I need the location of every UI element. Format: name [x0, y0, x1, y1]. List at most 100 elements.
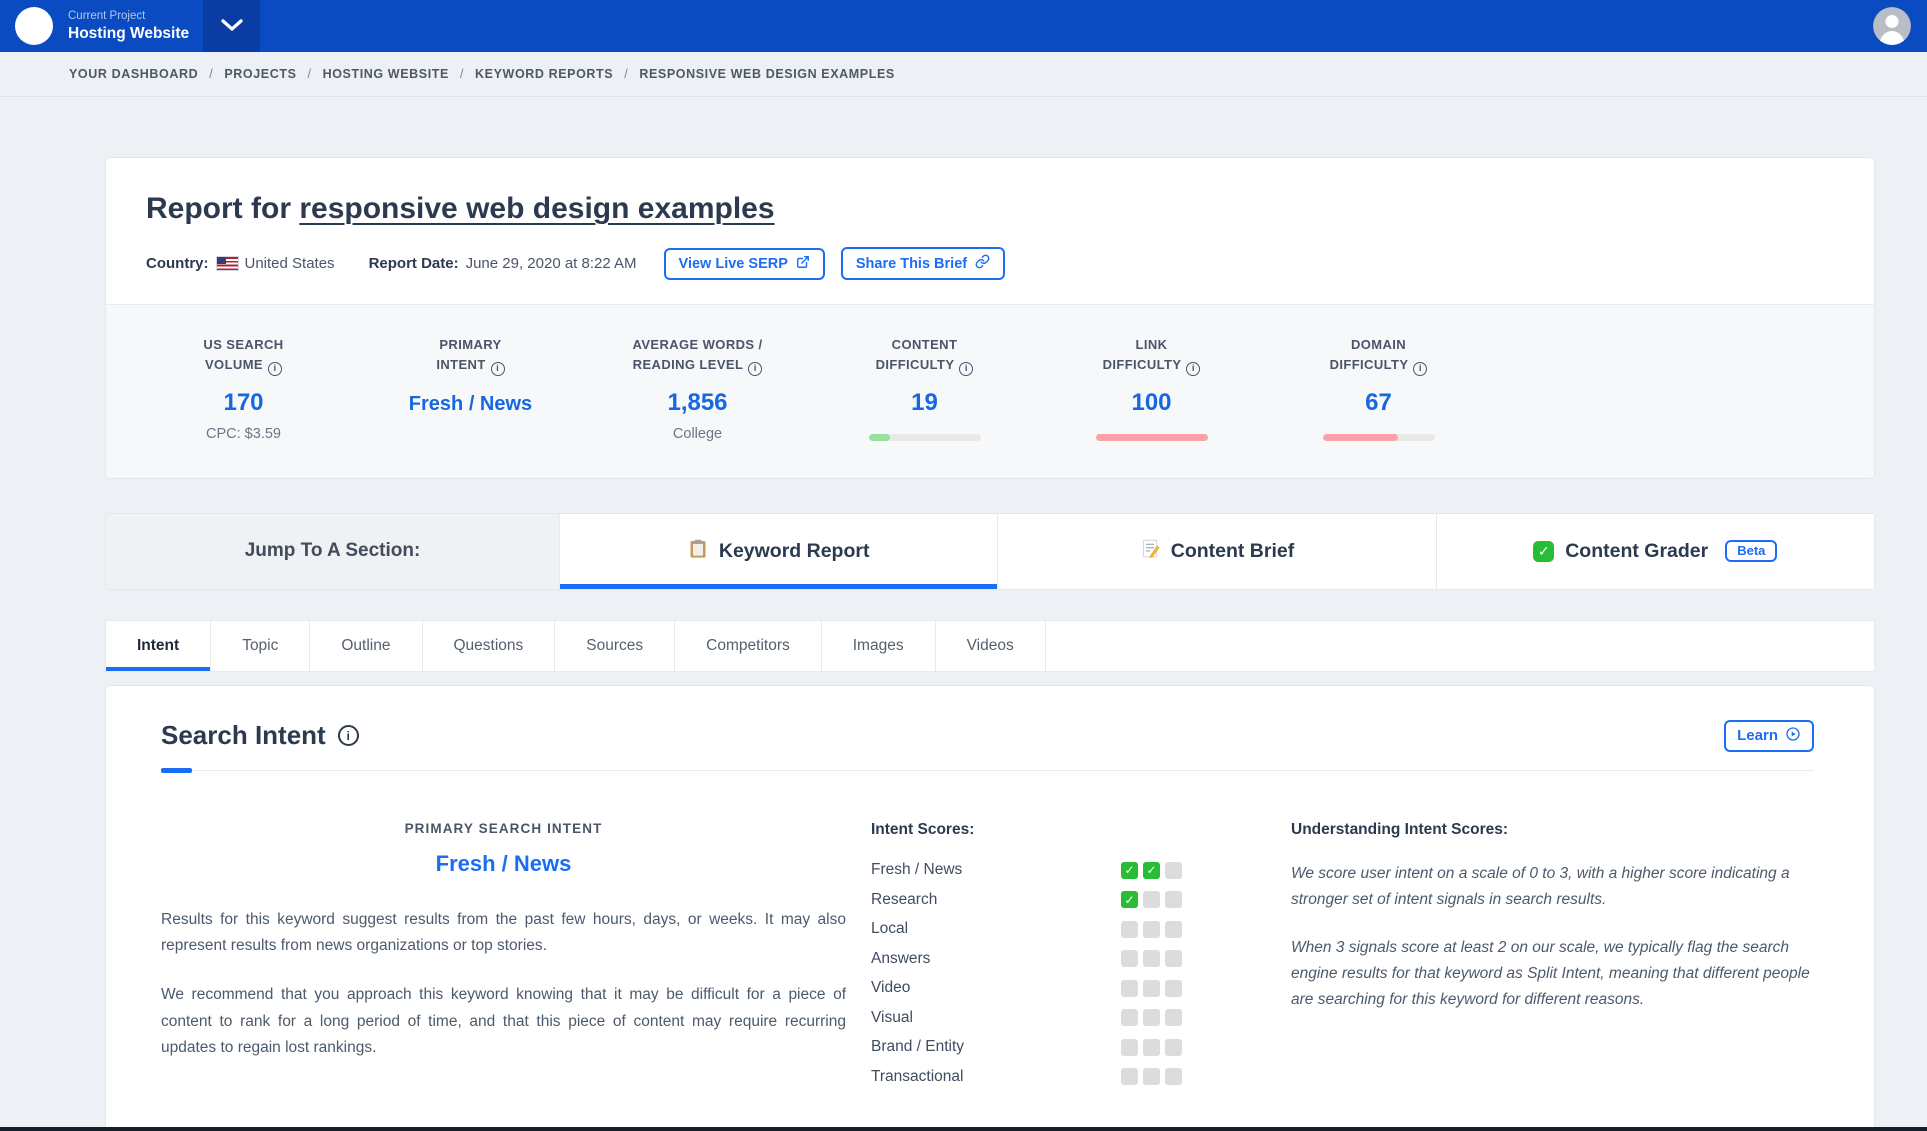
tab-sources[interactable]: Sources	[555, 621, 675, 671]
score-row-answers: Answers	[871, 944, 1231, 974]
external-link-icon	[796, 255, 810, 273]
score-empty-square	[1165, 1039, 1182, 1056]
country-label: Country:	[146, 255, 209, 272]
report-meta-row: Country: United States Report Date: June…	[146, 247, 1834, 280]
score-empty-square	[1143, 950, 1160, 967]
metric-value: 19	[811, 389, 1038, 417]
share-brief-button[interactable]: Share This Brief	[841, 247, 1005, 280]
report-date-value: June 29, 2020 at 8:22 AM	[466, 255, 637, 272]
metric-value: Fresh / News	[357, 393, 584, 416]
intent-description-paragraph: Results for this keyword suggest results…	[161, 907, 846, 960]
score-empty-square	[1165, 950, 1182, 967]
project-dropdown-button[interactable]	[203, 0, 260, 52]
jump-item-label: Content Grader	[1565, 540, 1708, 563]
chevron-down-icon	[221, 19, 243, 34]
memo-icon	[1140, 538, 1160, 565]
score-empty-square	[1165, 891, 1182, 908]
difficulty-progress-bar	[869, 434, 981, 441]
metric-label: CONTENTDIFFICULTY	[811, 335, 1038, 376]
understanding-paragraph: When 3 signals score at least 2 on our s…	[1291, 935, 1816, 1013]
intent-recommendation-paragraph: We recommend that you approach this keyw…	[161, 982, 846, 1062]
info-icon[interactable]	[491, 362, 505, 376]
metric-value: 1,856	[584, 389, 811, 417]
info-icon[interactable]	[1413, 362, 1427, 376]
current-project: Current Project Hosting Website	[68, 9, 189, 43]
jump-section-label: Jump To A Section:	[106, 514, 559, 589]
tab-intent[interactable]: Intent	[106, 621, 211, 671]
score-check-icon: ✓	[1121, 862, 1138, 879]
tab-outline[interactable]: Outline	[310, 621, 422, 671]
score-empty-square	[1121, 1039, 1138, 1056]
score-empty-square	[1143, 921, 1160, 938]
search-intent-header: Search Intent Learn	[161, 720, 1814, 752]
metric-value: 100	[1038, 389, 1265, 417]
tab-images[interactable]: Images	[822, 621, 936, 671]
metric-us-search-volume: US SEARCHVOLUME 170 CPC: $3.59	[130, 335, 357, 442]
window-bottom-edge	[0, 1127, 1927, 1131]
learn-button[interactable]: Learn	[1724, 720, 1814, 752]
tab-topic[interactable]: Topic	[211, 621, 310, 671]
metric-primary-intent: PRIMARYINTENT Fresh / News	[357, 335, 584, 442]
breadcrumb-current-report[interactable]: RESPONSIVE WEB DESIGN EXAMPLES	[639, 67, 895, 81]
breadcrumb: YOUR DASHBOARD / PROJECTS / HOSTING WEBS…	[0, 52, 1927, 97]
jump-item-content-grader[interactable]: ✓ Content Grader Beta	[1436, 514, 1874, 589]
score-empty-square	[1121, 1068, 1138, 1085]
page-title: Report for responsive web design example…	[146, 192, 1834, 226]
info-icon[interactable]	[268, 362, 282, 376]
jump-item-content-brief[interactable]: Content Brief	[997, 514, 1435, 589]
score-squares: ✓	[1121, 891, 1187, 908]
score-squares: ✓✓	[1121, 862, 1187, 879]
current-project-label: Current Project	[68, 9, 189, 23]
breadcrumb-separator: /	[308, 67, 312, 81]
breadcrumb-projects[interactable]: PROJECTS	[224, 67, 296, 81]
section-title: Search Intent	[161, 720, 359, 751]
tab-videos[interactable]: Videos	[936, 621, 1046, 671]
info-icon[interactable]	[748, 362, 762, 376]
jump-item-keyword-report[interactable]: Keyword Report	[559, 514, 997, 589]
tab-competitors[interactable]: Competitors	[675, 621, 822, 671]
metric-link-difficulty: LINKDIFFICULTY 100	[1038, 335, 1265, 442]
understanding-scores-column: Understanding Intent Scores: We score us…	[1291, 821, 1816, 1092]
learn-button-label: Learn	[1737, 727, 1778, 744]
score-row-research: Research✓	[871, 885, 1231, 915]
score-squares	[1121, 950, 1187, 967]
search-intent-card: Search Intent Learn PRIMARY SEARCH INTEN…	[105, 685, 1875, 1131]
info-icon[interactable]	[338, 725, 359, 746]
report-keyword-link[interactable]: responsive web design examples	[299, 192, 774, 225]
info-icon[interactable]	[959, 362, 973, 376]
user-avatar[interactable]	[1873, 7, 1911, 45]
score-empty-square	[1143, 1039, 1160, 1056]
us-flag-icon	[217, 257, 238, 270]
score-empty-square	[1143, 1068, 1160, 1085]
score-empty-square	[1121, 921, 1138, 938]
tab-questions[interactable]: Questions	[423, 621, 556, 671]
score-row-video: Video	[871, 974, 1231, 1004]
breadcrumb-separator: /	[209, 67, 213, 81]
score-empty-square	[1143, 891, 1160, 908]
metric-sub: College	[584, 426, 811, 442]
metric-label: US SEARCHVOLUME	[130, 335, 357, 376]
person-icon	[1873, 7, 1911, 45]
play-icon	[1785, 726, 1801, 746]
report-date-label: Report Date:	[369, 255, 459, 272]
score-row-brand-entity: Brand / Entity	[871, 1033, 1231, 1063]
score-squares	[1121, 980, 1187, 997]
score-empty-square	[1165, 980, 1182, 997]
breadcrumb-hosting-website[interactable]: HOSTING WEBSITE	[323, 67, 449, 81]
score-empty-square	[1143, 1009, 1160, 1026]
breadcrumb-dashboard[interactable]: YOUR DASHBOARD	[69, 67, 198, 81]
score-check-icon: ✓	[1143, 862, 1160, 879]
score-empty-square	[1121, 950, 1138, 967]
metric-value: 67	[1265, 389, 1492, 417]
breadcrumb-keyword-reports[interactable]: KEYWORD REPORTS	[475, 67, 613, 81]
report-title-prefix: Report for	[146, 192, 299, 225]
metric-sub: CPC: $3.59	[130, 426, 357, 442]
check-icon: ✓	[1533, 541, 1554, 562]
primary-search-intent-label: PRIMARY SEARCH INTENT	[161, 821, 846, 836]
primary-search-intent-value: Fresh / News	[161, 851, 846, 877]
intent-scores-list: Fresh / News✓✓ Research✓ Local Answers V…	[871, 856, 1231, 1092]
metric-content-difficulty: CONTENTDIFFICULTY 19	[811, 335, 1038, 442]
understanding-paragraph: We score user intent on a scale of 0 to …	[1291, 861, 1816, 913]
info-icon[interactable]	[1186, 362, 1200, 376]
view-live-serp-button[interactable]: View Live SERP	[664, 248, 825, 280]
